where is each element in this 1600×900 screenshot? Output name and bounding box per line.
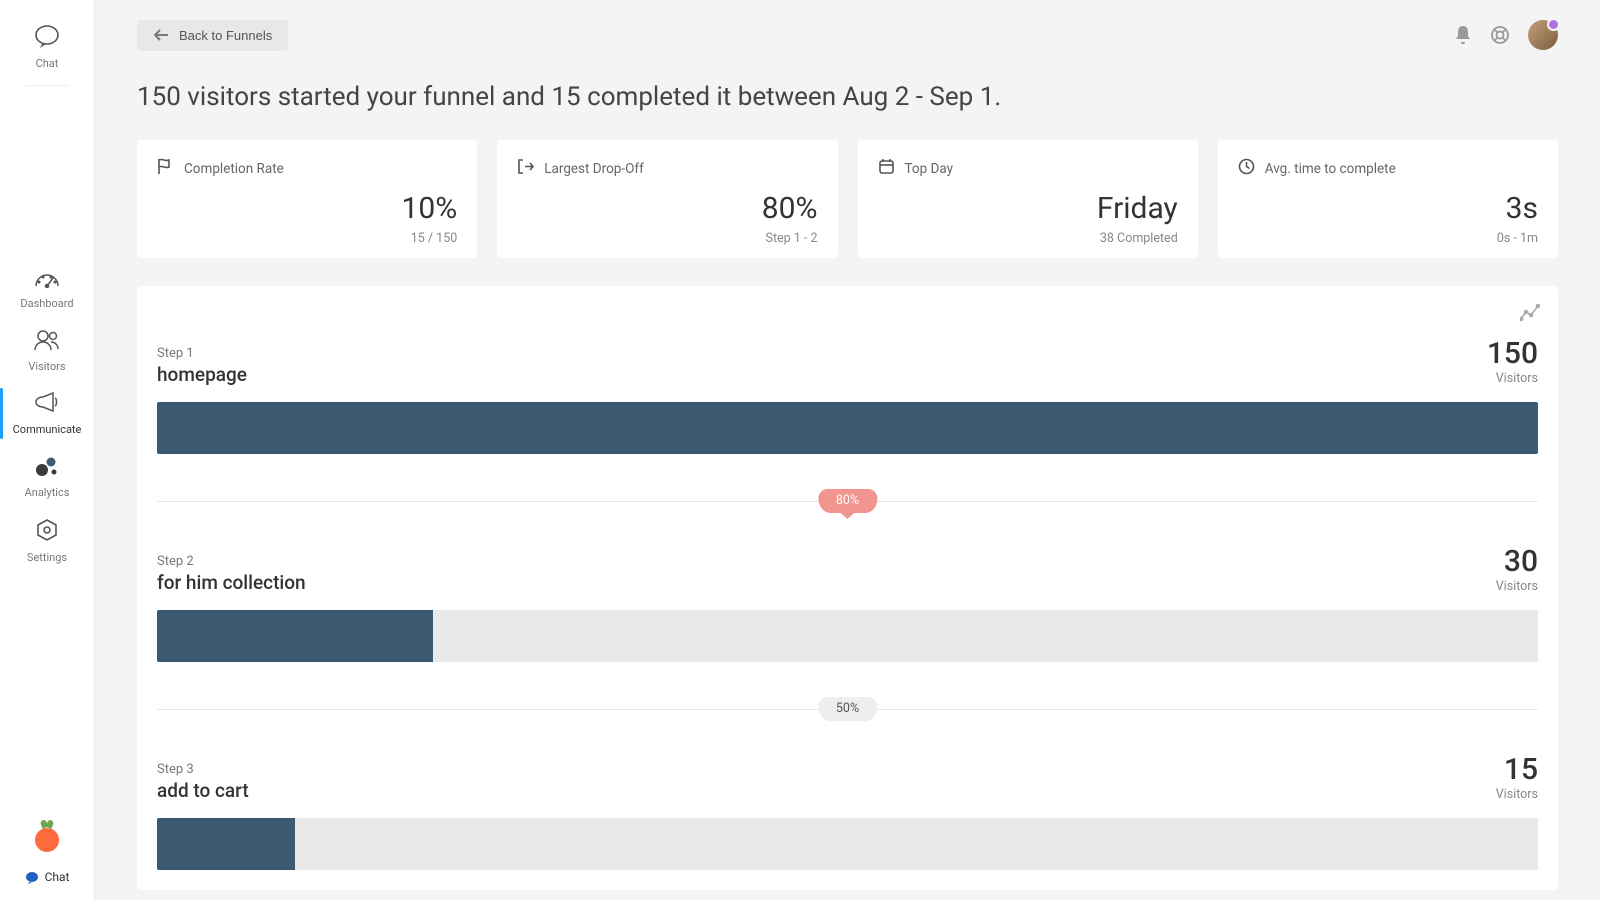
help-button[interactable] — [1490, 25, 1510, 45]
page-headline: 150 visitors started your funnel and 15 … — [137, 82, 1558, 112]
step-bar-fill — [157, 402, 1538, 454]
step-bar-fill — [157, 818, 295, 870]
card-avg-time: Avg. time to complete 3s 0s - 1m — [1218, 140, 1558, 258]
step-name: add to cart — [157, 779, 249, 802]
card-value: 10% — [402, 191, 458, 226]
step-bar[interactable] — [157, 610, 1538, 662]
visitors-label: Visitors — [1496, 787, 1538, 802]
lifebuoy-icon — [1490, 25, 1510, 45]
support-chat-button[interactable]: Chat — [15, 866, 80, 888]
rail-item-dashboard[interactable]: Dashboard — [0, 256, 94, 319]
step-bar-fill — [157, 610, 433, 662]
card-top-day: Top Day Friday 38 Completed — [858, 140, 1198, 258]
summary-cards: Completion Rate 10% 15 / 150 Largest Dro… — [137, 140, 1558, 258]
funnel-panel: Step 1 homepage 150 Visitors 80% Step 2 — [137, 286, 1558, 890]
funnel-step: Step 3 add to cart 15 Visitors — [157, 730, 1538, 870]
topbar-actions — [1454, 20, 1558, 50]
card-title: Top Day — [905, 161, 954, 177]
rail-item-analytics[interactable]: Analytics — [0, 445, 94, 508]
rail-label: Analytics — [25, 486, 70, 499]
support-chat-label: Chat — [45, 870, 70, 884]
arrow-left-icon — [153, 29, 169, 41]
back-to-funnels-button[interactable]: Back to Funnels — [137, 20, 288, 51]
step-number: Step 1 — [157, 346, 247, 361]
bubble-chart-icon — [0, 455, 94, 477]
step-bar[interactable] — [157, 818, 1538, 870]
calendar-icon — [878, 158, 895, 179]
back-label: Back to Funnels — [179, 28, 272, 43]
rail-item-communicate[interactable]: Communicate — [0, 382, 94, 445]
step-visitors: 30 — [1496, 544, 1538, 579]
rail-bottom: Chat — [0, 828, 94, 900]
gauge-icon — [0, 266, 94, 288]
step-bar[interactable] — [157, 402, 1538, 454]
funnel-step: Step 1 homepage 150 Visitors — [157, 314, 1538, 454]
brand-logo[interactable] — [35, 828, 59, 852]
line-chart-icon — [1520, 304, 1540, 322]
rail-label: Chat — [36, 57, 59, 70]
chat-icon — [0, 24, 94, 48]
card-sub: Step 1 - 2 — [766, 231, 818, 246]
exit-icon — [517, 158, 534, 179]
visitors-label: Visitors — [1487, 371, 1538, 386]
people-icon — [0, 329, 94, 351]
dropoff-badge: 50% — [818, 697, 877, 721]
visitors-label: Visitors — [1496, 579, 1538, 594]
step-visitors: 15 — [1496, 752, 1538, 787]
step-name: for him collection — [157, 571, 306, 594]
left-rail: Chat Dashboard Visitors — [0, 0, 95, 900]
card-sub: 15 / 150 — [411, 231, 457, 246]
step-name: homepage — [157, 363, 247, 386]
card-title: Largest Drop-Off — [544, 161, 644, 177]
rail-separator — [25, 85, 69, 86]
card-title: Avg. time to complete — [1265, 161, 1396, 177]
step-visitors: 150 — [1487, 336, 1538, 371]
card-sub: 0s - 1m — [1497, 231, 1538, 246]
clock-icon — [1238, 158, 1255, 179]
card-sub: 38 Completed — [1100, 231, 1178, 246]
rail-item-settings[interactable]: Settings — [0, 508, 94, 573]
bell-icon — [1454, 25, 1472, 45]
dropoff-badge: 80% — [818, 489, 877, 513]
card-value: 80% — [762, 191, 818, 226]
flag-icon — [157, 158, 174, 179]
rail-item-visitors[interactable]: Visitors — [0, 319, 94, 382]
card-largest-dropoff: Largest Drop-Off 80% Step 1 - 2 — [497, 140, 837, 258]
chart-mode-toggle[interactable] — [1520, 304, 1540, 326]
dropoff-divider: 50% — [157, 698, 1538, 720]
card-value: 3s — [1506, 191, 1538, 226]
dropoff-divider: 80% — [157, 490, 1538, 512]
notifications-button[interactable] — [1454, 25, 1472, 45]
card-value: Friday — [1097, 191, 1178, 226]
rail-item-chat[interactable]: Chat — [0, 14, 94, 79]
topbar: Back to Funnels — [137, 10, 1558, 60]
rail-label: Visitors — [28, 360, 65, 373]
megaphone-icon — [0, 392, 94, 414]
card-completion-rate: Completion Rate 10% 15 / 150 — [137, 140, 477, 258]
avatar[interactable] — [1528, 20, 1558, 50]
step-number: Step 3 — [157, 762, 249, 777]
card-title: Completion Rate — [184, 161, 284, 177]
step-number: Step 2 — [157, 554, 306, 569]
rail-label: Communicate — [13, 423, 82, 436]
funnel-step: Step 2 for him collection 30 Visitors — [157, 522, 1538, 662]
rail-label: Settings — [27, 551, 67, 564]
main-scroll[interactable]: Back to Funnels 150 visitors started you… — [95, 0, 1600, 900]
nut-icon — [0, 518, 94, 542]
rail-label: Dashboard — [20, 297, 73, 310]
